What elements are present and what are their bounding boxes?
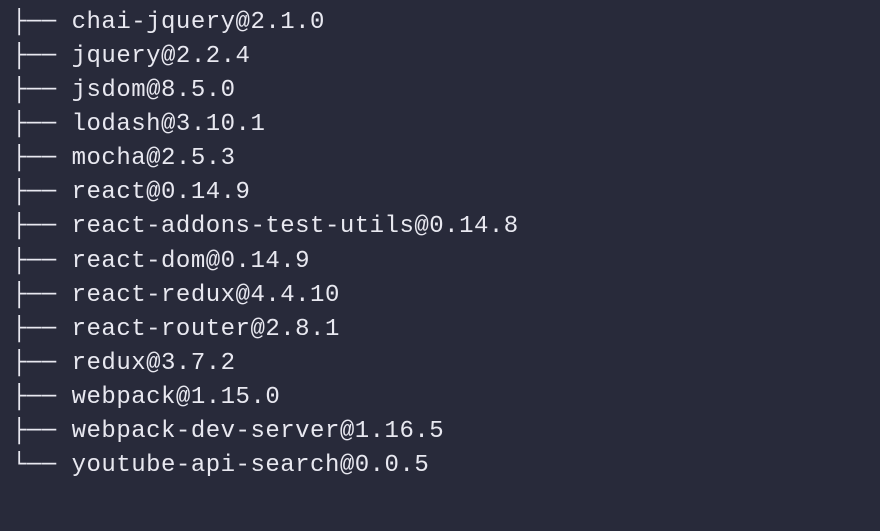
dependency-tree: ├── chai-jquery@2.1.0├── jquery@2.2.4├──… (12, 6, 880, 483)
tree-branch-icon: ├── (12, 282, 72, 309)
package-line: ├── chai-jquery@2.1.0 (12, 6, 880, 40)
tree-branch-icon: ├── (12, 111, 72, 138)
package-line: ├── jquery@2.2.4 (12, 40, 880, 74)
tree-branch-icon: ├── (12, 316, 72, 343)
package-name-version: webpack@1.15.0 (72, 384, 281, 411)
package-line: ├── react-redux@4.4.10 (12, 279, 880, 313)
tree-branch-icon: ├── (12, 77, 72, 104)
package-line: ├── webpack-dev-server@1.16.5 (12, 415, 880, 449)
tree-branch-icon: ├── (12, 43, 72, 70)
package-name-version: react@0.14.9 (72, 179, 251, 206)
package-line: ├── mocha@2.5.3 (12, 142, 880, 176)
package-name-version: jsdom@8.5.0 (72, 77, 236, 104)
tree-branch-icon: ├── (12, 213, 72, 240)
tree-branch-icon: ├── (12, 418, 72, 445)
package-name-version: react-router@2.8.1 (72, 316, 340, 343)
tree-branch-icon: ├── (12, 248, 72, 275)
package-name-version: lodash@3.10.1 (72, 111, 266, 138)
package-line: ├── jsdom@8.5.0 (12, 74, 880, 108)
package-name-version: react-addons-test-utils@0.14.8 (72, 213, 519, 240)
package-name-version: react-dom@0.14.9 (72, 248, 310, 275)
package-name-version: youtube-api-search@0.0.5 (72, 452, 430, 479)
package-line: └── youtube-api-search@0.0.5 (12, 449, 880, 483)
tree-branch-icon: ├── (12, 9, 72, 36)
package-line: ├── webpack@1.15.0 (12, 381, 880, 415)
package-line: ├── lodash@3.10.1 (12, 108, 880, 142)
package-name-version: jquery@2.2.4 (72, 43, 251, 70)
tree-last-branch-icon: └── (12, 452, 72, 479)
package-line: ├── redux@3.7.2 (12, 347, 880, 381)
tree-branch-icon: ├── (12, 145, 72, 172)
package-name-version: mocha@2.5.3 (72, 145, 236, 172)
tree-branch-icon: ├── (12, 179, 72, 206)
package-name-version: chai-jquery@2.1.0 (72, 9, 325, 36)
package-name-version: webpack-dev-server@1.16.5 (72, 418, 445, 445)
package-name-version: redux@3.7.2 (72, 350, 236, 377)
package-line: ├── react@0.14.9 (12, 176, 880, 210)
package-line: ├── react-dom@0.14.9 (12, 245, 880, 279)
tree-branch-icon: ├── (12, 384, 72, 411)
tree-branch-icon: ├── (12, 350, 72, 377)
package-line: ├── react-addons-test-utils@0.14.8 (12, 210, 880, 244)
package-line: ├── react-router@2.8.1 (12, 313, 880, 347)
package-name-version: react-redux@4.4.10 (72, 282, 340, 309)
